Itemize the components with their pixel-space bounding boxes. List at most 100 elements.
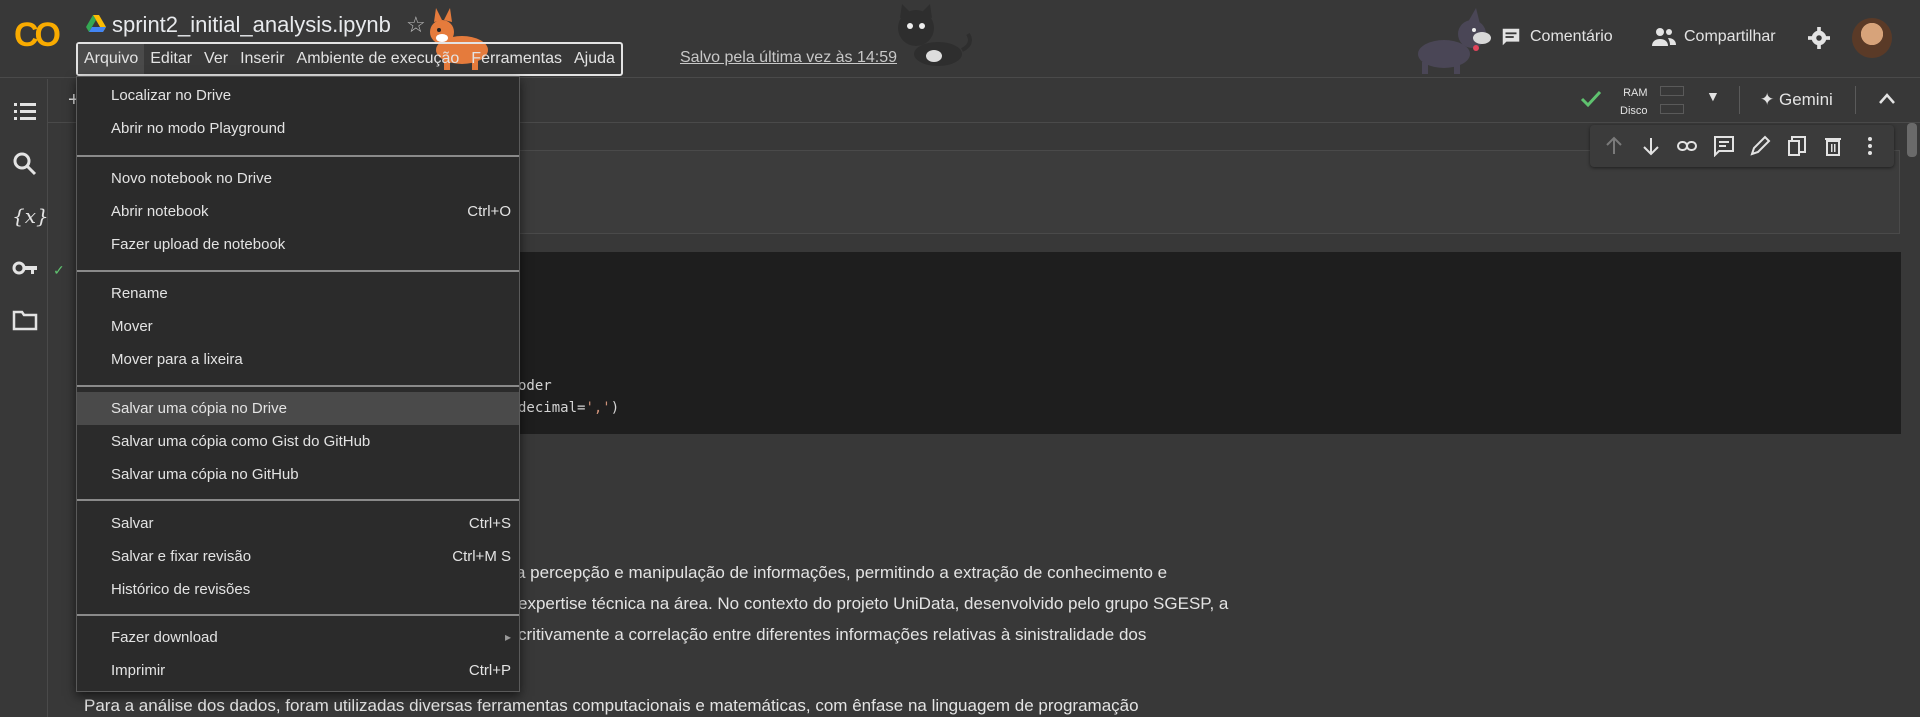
- comment-icon[interactable]: [1713, 135, 1735, 157]
- menu-ajuda[interactable]: Ajuda: [568, 44, 621, 74]
- delete-trash-icon[interactable]: [1822, 135, 1844, 157]
- comment-icon: [1502, 28, 1520, 46]
- menu-item-label: Salvar uma cópia no Drive: [111, 400, 287, 417]
- more-options-icon[interactable]: [1859, 135, 1881, 157]
- cell-run-check-icon: ✓: [53, 262, 65, 278]
- share-button[interactable]: Compartilhar: [1652, 26, 1776, 48]
- file-menu-dropdown: Localizar no Drive Abrir no modo Playgro…: [76, 76, 520, 692]
- menu-item-novo-notebook[interactable]: Novo notebook no Drive: [77, 162, 519, 195]
- cat-mascot-icon: [898, 4, 972, 66]
- notebook-title[interactable]: sprint2_initial_analysis.ipynb: [112, 12, 391, 38]
- menu-ferramentas[interactable]: Ferramentas: [465, 44, 568, 74]
- menu-item-upload-notebook[interactable]: Fazer upload de notebook: [77, 228, 519, 261]
- mirror-cell-icon[interactable]: [1786, 135, 1808, 157]
- menu-item-label: Localizar no Drive: [111, 87, 232, 104]
- menu-item-shortcut: Ctrl+S: [468, 515, 511, 532]
- menu-item-shortcut: Ctrl+P: [468, 662, 511, 679]
- menu-item-label: Abrir no modo Playground: [111, 120, 286, 137]
- menu-item-label: Mover: [111, 318, 153, 335]
- menu-item-label: Salvar e fixar revisão: [111, 548, 252, 565]
- ram-usage-bar: [1660, 86, 1684, 96]
- colab-logo[interactable]: CO: [14, 16, 66, 54]
- menu-item-label: Salvar uma cópia no GitHub: [111, 466, 299, 483]
- collapse-chevron-up-icon[interactable]: [1878, 92, 1896, 106]
- code-fragment: decimal=: [518, 400, 586, 416]
- drive-icon[interactable]: [86, 15, 106, 33]
- avatar[interactable]: [1852, 18, 1892, 58]
- menu-item-abrir-playground[interactable]: Abrir no modo Playground: [77, 112, 519, 145]
- edit-pencil-icon[interactable]: [1749, 135, 1771, 157]
- dog-mascot-icon: [1418, 8, 1491, 74]
- menu-item-label: Fazer download: [111, 629, 218, 646]
- menu-item-label: Histórico de revisões: [111, 581, 251, 598]
- menu-item-mover[interactable]: Mover: [77, 310, 519, 343]
- menu-item-imprimir[interactable]: Imprimir Ctrl+P: [77, 654, 519, 687]
- link-icon[interactable]: [1676, 135, 1698, 157]
- search-icon[interactable]: [12, 151, 38, 177]
- menu-item-shortcut: Ctrl+O: [467, 203, 511, 220]
- disk-label: Disco: [1620, 105, 1648, 117]
- code-fragment: ): [610, 400, 620, 416]
- menu-item-salvar[interactable]: Salvar Ctrl+S: [77, 507, 519, 540]
- top-bar: CO sprint2_initial_analysis.ipynb ☆ Arqu…: [0, 0, 1920, 78]
- menu-item-salvar-github[interactable]: Salvar uma cópia no GitHub: [77, 458, 519, 491]
- menu-inserir[interactable]: Inserir: [234, 44, 290, 74]
- code-line: oder: [518, 378, 552, 394]
- cell-toolbar: [1590, 125, 1894, 167]
- paragraph-line: critivamente a correlação entre diferent…: [518, 625, 1147, 644]
- folder-icon[interactable]: [12, 307, 38, 333]
- menu-item-mover-lixeira[interactable]: Mover para a lixeira: [77, 343, 519, 376]
- code-string: ',': [585, 400, 611, 416]
- last-saved-link[interactable]: Salvo pela última vez às 14:59: [680, 49, 897, 67]
- runtime-dropdown-chevron-icon[interactable]: ▼: [1706, 88, 1720, 104]
- paragraph-line: expertise técnica na área. No contexto d…: [518, 594, 1229, 613]
- share-label: Compartilhar: [1684, 28, 1776, 45]
- menu-item-label: Salvar: [111, 515, 154, 532]
- variables-icon[interactable]: {x}: [12, 203, 49, 229]
- scrollbar-thumb[interactable]: [1907, 123, 1917, 157]
- code-line: decimal=','): [518, 400, 619, 416]
- divider: [1739, 86, 1740, 114]
- menu-item-shortcut: Ctrl+M S: [452, 548, 511, 565]
- settings-gear-icon[interactable]: [1808, 27, 1830, 49]
- gemini-label: Gemini: [1778, 90, 1833, 109]
- ram-label: RAM: [1623, 87, 1648, 99]
- menu-item-label: Novo notebook no Drive: [111, 170, 272, 187]
- menu-item-rename[interactable]: Rename: [77, 277, 519, 310]
- menu-item-localizar-no-drive[interactable]: Localizar no Drive: [77, 79, 519, 112]
- divider: [1855, 86, 1856, 114]
- ram-disk-indicator[interactable]: RAM Disco: [1620, 84, 1648, 120]
- menu-editar[interactable]: Editar: [144, 44, 198, 74]
- menu-bar: Arquivo Editar Ver Inserir Ambiente de e…: [76, 42, 623, 76]
- menu-item-label: Abrir notebook: [111, 203, 209, 220]
- share-people-icon: [1652, 28, 1676, 46]
- menu-item-abrir-notebook[interactable]: Abrir notebook Ctrl+O: [77, 195, 519, 228]
- connected-check-icon: [1580, 90, 1602, 108]
- gemini-sparkle-icon: ✦: [1760, 90, 1779, 109]
- menu-item-label: Mover para a lixeira: [111, 351, 243, 368]
- menu-ver[interactable]: Ver: [198, 44, 234, 74]
- key-icon[interactable]: [12, 255, 38, 281]
- move-up-arrow-icon[interactable]: [1603, 135, 1625, 157]
- comment-button[interactable]: Comentário: [1500, 26, 1613, 48]
- menu-separator: [77, 155, 519, 157]
- menu-item-salvar-copia-drive[interactable]: Salvar uma cópia no Drive: [77, 392, 519, 425]
- paragraph-line: a percepção e manipulação de informações…: [516, 563, 1168, 582]
- menu-item-label: Rename: [111, 285, 168, 302]
- menu-item-label: Imprimir: [111, 662, 166, 679]
- menu-ambiente-de-execucao[interactable]: Ambiente de execução: [291, 44, 466, 74]
- menu-arquivo[interactable]: Arquivo: [78, 44, 145, 74]
- left-sidebar: {x}: [0, 79, 49, 717]
- menu-item-label: Fazer upload de notebook: [111, 236, 286, 253]
- menu-item-historico-revisoes[interactable]: Histórico de revisões: [77, 573, 519, 606]
- menu-separator: [77, 614, 519, 616]
- comment-label: Comentário: [1530, 28, 1613, 45]
- menu-item-salvar-gist[interactable]: Salvar uma cópia como Gist do GitHub: [77, 425, 519, 458]
- menu-separator: [77, 385, 519, 387]
- submenu-arrow-icon: ▸: [504, 630, 511, 644]
- table-of-contents-icon[interactable]: [12, 99, 38, 125]
- menu-item-fazer-download[interactable]: Fazer download ▸: [77, 621, 519, 654]
- menu-item-salvar-fixar-revisao[interactable]: Salvar e fixar revisão Ctrl+M S: [77, 540, 519, 573]
- move-down-arrow-icon[interactable]: [1640, 135, 1662, 157]
- gemini-button[interactable]: ✦ Gemini: [1760, 90, 1833, 110]
